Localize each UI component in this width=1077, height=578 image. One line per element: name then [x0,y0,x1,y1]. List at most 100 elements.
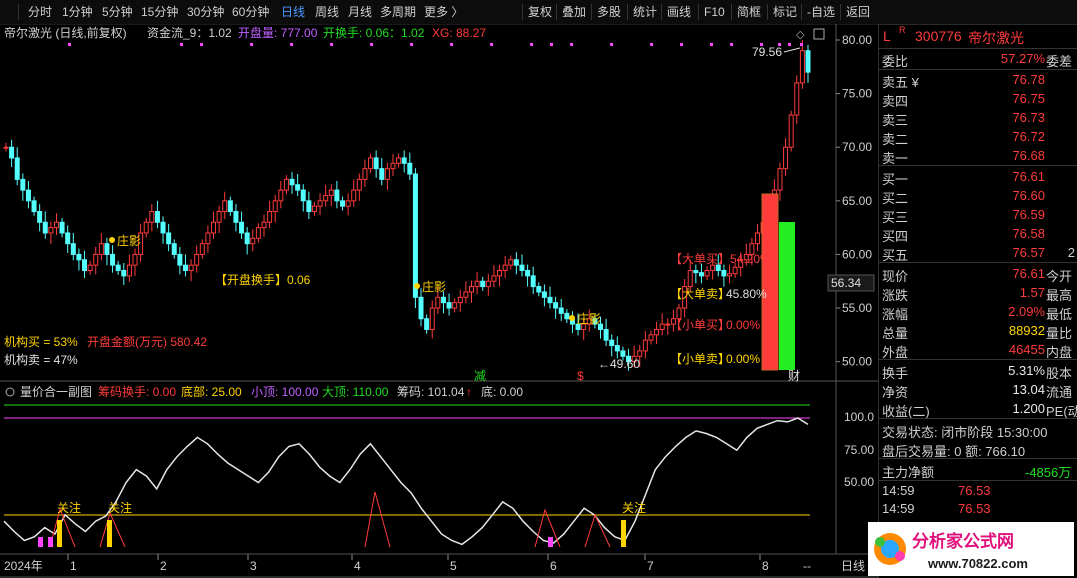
candle-body [250,237,256,245]
tab-2[interactable]: 5分钟 [102,0,133,24]
stat-value: 76.61 [1012,266,1045,281]
xg-dot [800,43,803,46]
candle-body [289,178,295,186]
xiao-mai-value: 0.00% [726,318,760,332]
weibi-value: 57.27% [1000,51,1045,66]
stat-row: 总量 88932 量比 [879,321,1077,341]
s-mark: $ [577,369,584,383]
tick-price: 76.53 [958,501,991,516]
toolbar-action-8[interactable]: -自选 [807,0,835,24]
candle-body [194,253,200,266]
xg-dot [68,43,71,46]
candle-body [547,296,553,304]
candle-body [82,259,88,272]
bid-price: 76.57 [1012,245,1045,260]
toolbar-action-2[interactable]: 多股 [597,0,621,24]
x-axis-month: 2 [160,559,167,573]
guanzhu-bar [107,520,112,547]
guanzhu-label: 关注 [622,500,646,515]
xg-dot [550,43,553,46]
tab-6[interactable]: 日线 [281,0,305,24]
stat-value: 5.31% [1008,363,1045,378]
jigou-mai-label: 机构买 = 53% [4,334,78,349]
candle-body [351,189,357,202]
toolbar: 分时 1分钟 5分钟 15分钟 30分钟 60分钟 日线 周线 月线 多周期 更多 〉 复权 叠加 多股统… [0,0,1077,25]
toolbar-action-6[interactable]: 简框 [737,0,761,24]
weicha-label: 委差 [1046,54,1073,69]
toolbar-action-9[interactable]: 返回 [846,0,870,24]
candle-body [491,275,497,282]
divider [556,4,557,20]
candle-body [31,200,37,213]
xg-dot [290,43,293,46]
tab-0[interactable]: 分时 [28,0,52,24]
candle-body [603,328,609,341]
ask-price: 76.75 [1012,91,1045,106]
y-axis-label: 80.00 [842,33,872,47]
tab-7[interactable]: 周线 [315,0,339,24]
cai-mark: 财 [788,369,800,383]
toolbar-action-4[interactable]: 画线 [667,0,691,24]
stat-value: 1.57 [1019,285,1045,300]
sub-y-axis-label: 75.00 [844,443,874,457]
tab-4[interactable]: 30分钟 [187,0,224,24]
divider [591,4,592,20]
candle-body [654,328,660,336]
candle-body [474,280,480,288]
xiao-mai2-value: 0.00% [726,352,760,366]
da-mai-label: 【大单买】54.20% [670,252,771,266]
toolbar-action-0[interactable]: 复权 [528,0,552,24]
candle-body [126,264,132,277]
candle-body [390,162,396,170]
da-mai2-label: 【大单卖】 [670,287,730,301]
weibi-label: 委比 [882,54,909,69]
candle-body [121,270,127,277]
dibu: 底部: 25.00 [181,384,242,399]
candle-body [721,270,727,277]
tab-10[interactable]: 更多 〉 [424,0,463,24]
tab-3[interactable]: 15分钟 [141,0,178,24]
y-axis-label: 55.00 [842,301,872,315]
ask-row: 卖二 76.72 [879,127,1077,147]
candle-body [536,286,542,293]
after-row: 盘后交易量: 0 额: 766.10 [879,439,1077,459]
tab-5[interactable]: 60分钟 [232,0,269,24]
toolbar-action-7[interactable]: 标记 [773,0,797,24]
candle-body [452,302,458,309]
tab-1[interactable]: 1分钟 [62,0,93,24]
candle-body [166,232,172,245]
ask-row: 卖三 76.73 [879,108,1077,128]
tick-row: 14:59 76.53 [879,499,1077,518]
toolbar-action-5[interactable]: F10 [704,0,725,24]
y-axis-label: 70.00 [842,140,872,154]
stat-value: 2.09% [1008,304,1045,319]
candle-body [132,253,138,266]
toolbar-action-1[interactable]: 叠加 [562,0,586,24]
candle-body [497,270,503,277]
magenta-bar [48,537,53,547]
sub-y-axis-label: 100.0 [844,410,874,424]
net-value: -4856万 [1025,465,1072,480]
candle-body [424,318,430,330]
candle-body [384,168,390,180]
tab-8[interactable]: 月线 [348,0,372,24]
divider [801,4,802,20]
tick-time: 14:59 [882,483,915,498]
candle-body [233,211,239,223]
candle-body [311,205,317,213]
main-title: 帝尔激光 (日线,前复权) [4,25,127,40]
quote-panel: L R 300776 帝尔激光 委比 57.27% 委差 卖五 ¥76.78 卖四 76.75 卖三… [878,24,1077,578]
candle-body [799,50,805,84]
stat-value: 46455 [1008,342,1045,357]
divider [879,262,1077,263]
toolbar-action-3[interactable]: 统计 [633,0,657,24]
tick-price: 76.53 [958,483,991,498]
stat-row: 收益(二)1.200PE(动) [879,399,1077,419]
kaipan-jine-label: 开盘金额(万元) 580.42 [87,334,207,349]
tab-9[interactable]: 多周期 [380,0,416,24]
candle-body [3,146,9,149]
xg-dot [610,43,613,46]
candle-body [693,270,699,274]
xg-dot [250,43,253,46]
stat-row: 净资 13.04 流通 [879,380,1077,400]
